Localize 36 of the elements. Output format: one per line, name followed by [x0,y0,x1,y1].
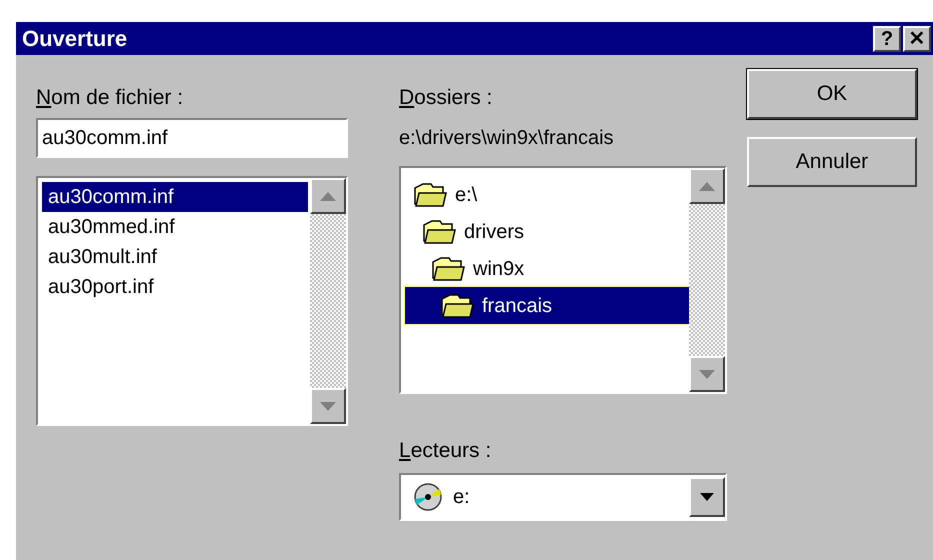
drive-dropdown[interactable]: e: [399,473,727,521]
file-item[interactable]: au30mult.inf [42,242,308,272]
ok-button[interactable]: OK [747,69,917,119]
down-arrow-icon [320,402,336,410]
field-label: Lecteurs : [399,440,492,461]
scroll-up-button[interactable] [689,168,725,204]
up-arrow-icon [699,182,715,190]
current-path: e:\drivers\win9x\francais [399,128,615,148]
dropdown-button[interactable] [689,477,725,517]
folder-icon [431,256,465,282]
title-bar-button[interactable]: ✕ [903,26,931,52]
file-name-input[interactable]: au30comm.inf [42,123,342,153]
folder-icon [413,182,447,208]
down-arrow-icon [699,370,715,378]
scroll-down-button[interactable] [310,388,346,424]
folder-icon [440,292,474,318]
dropdown-arrow-icon [700,493,714,501]
window-title: Ouverture [22,25,128,53]
title-bar-button[interactable]: ? [873,26,901,52]
file-name-field[interactable]: au30comm.inf [36,118,348,158]
folder-item[interactable]: francais [405,287,689,324]
file-item[interactable]: au30mmed.inf [42,212,308,242]
field-label: Dossiers : [399,87,494,108]
folder-item[interactable]: drivers [405,213,689,250]
cancel-button[interactable]: Annuler [747,137,917,187]
up-arrow-icon [320,192,336,200]
field-label: Nom de fichier : [36,87,184,108]
file-item[interactable]: au30port.inf [42,272,308,302]
folder-item[interactable]: e:\ [405,176,689,213]
file-item[interactable]: au30comm.inf [42,182,308,212]
folder-icon [422,218,456,244]
scroll-up-button[interactable] [310,178,346,214]
drive-value: e: [453,485,471,510]
scroll-down-button[interactable] [689,356,725,392]
cd-icon [413,482,443,512]
folder-item[interactable]: win9x [405,250,689,287]
